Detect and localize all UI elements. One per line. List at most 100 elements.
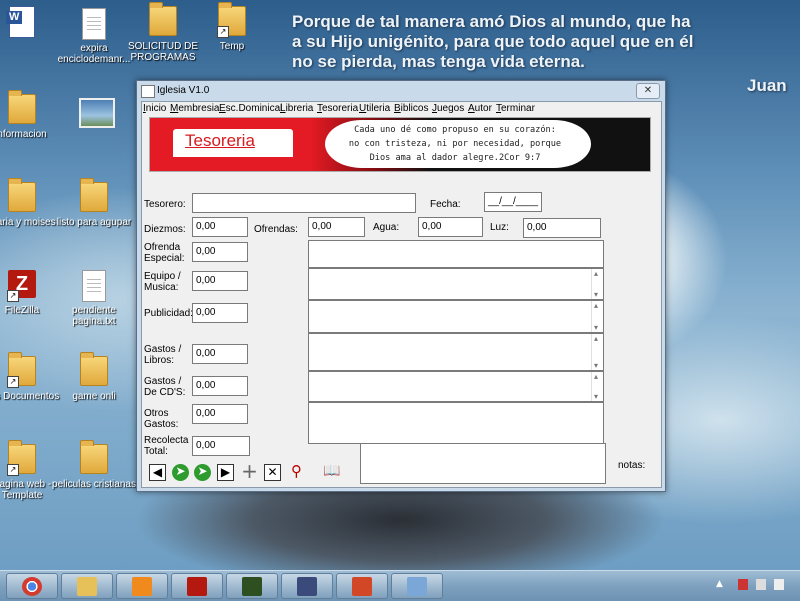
desktop-icon-temp[interactable]: ↗ Temp [190,2,274,52]
network-icon[interactable] [756,579,766,590]
ofrenda-especial-notes[interactable] [308,240,604,268]
taskbar-dreamweaver-button[interactable] [226,573,278,599]
fecha-label: Fecha: [430,199,461,210]
paint-icon [407,577,427,596]
tesorero-input[interactable] [192,193,416,213]
equipo-musica-label: Equipo / Musica: [144,271,181,293]
taskbar-powerpoint-button[interactable] [336,573,388,599]
desktop-icon-peliculas-cristianas[interactable]: peliculas cristianas [52,440,136,490]
gastos-libros-input[interactable]: 0,00 [192,344,248,364]
taskbar-media-player-button[interactable] [116,573,168,599]
luz-input[interactable]: 0,00 [523,218,601,238]
gastos-libros-notes[interactable] [308,333,604,371]
otros-gastos-input[interactable]: 0,00 [192,404,248,424]
desktop-icon-game-onli[interactable]: game onli [52,352,136,402]
desktop-icon-listo-para-agupar[interactable]: listo para agupar [52,178,136,228]
menu-utileria[interactable]: Utileria [359,102,390,116]
desktop-icon-label: peliculas cristianas [52,479,136,490]
menu-juegos[interactable]: Juegos [432,102,464,116]
action-center-icon[interactable] [738,579,748,590]
taskbar-explorer-button[interactable] [61,573,113,599]
last-icon: ▶ [220,465,231,479]
notas-textarea[interactable] [360,443,606,484]
delete-record-button[interactable]: ✕ [264,464,281,481]
menu-esc-dominical[interactable]: Esc.Dominical [219,102,282,116]
gastos-cds-notes[interactable] [308,371,604,402]
image-file-icon [79,98,115,128]
desktop-icon-label: listo para agupar [56,217,132,228]
menu-libreria[interactable]: Libreria [280,102,313,116]
scrollbar[interactable] [591,301,603,332]
publicidad-input[interactable]: 0,00 [192,303,248,323]
search-button[interactable]: ⚲ [288,464,305,481]
otros-gastos-notes[interactable] [308,402,604,444]
menu-biblicos[interactable]: Biblicos [394,102,428,116]
window-title-bar[interactable]: Iglesia V1.0 ✕ [137,81,665,100]
desktop-icon-picture[interactable] [52,98,136,133]
word-document-icon [6,6,35,38]
taskbar: ▲ [0,570,800,601]
last-record-button[interactable]: ▶ [217,464,234,481]
publicidad-label: Publicidad: [144,308,193,319]
folder-icon [149,2,177,36]
menu-tesoreria[interactable]: Tesoreria [317,102,358,116]
taskbar-chrome-button[interactable] [6,573,58,599]
film-icon [297,577,317,596]
banner-quote: Cada uno dé como propuso en su corazón: … [334,123,576,165]
previous-record-button[interactable]: ➤ [172,464,189,481]
ofrenda-especial-input[interactable]: 0,00 [192,242,248,262]
taskbar-filezilla-button[interactable] [171,573,223,599]
recolecta-total-input[interactable]: 0,00 [192,436,250,456]
desktop-icon-pendiente-pagina[interactable]: pendiente pagina.txt [52,270,136,327]
label-line: Gastos / [144,376,182,387]
label-line: Especial: [144,253,185,264]
media-player-icon [132,577,152,596]
menu-autor[interactable]: Autor [468,102,492,116]
book-icon: 📖 [323,463,341,479]
diezmos-input[interactable]: 0,00 [192,217,248,237]
label-line: Gastos / [144,344,182,355]
folder-icon [80,178,108,212]
ofrendas-input[interactable]: 0,00 [308,217,365,237]
folder-icon [8,90,36,124]
agua-input[interactable]: 0,00 [418,217,483,237]
folder-icon [80,440,108,474]
scrollbar[interactable] [591,372,603,401]
book-button[interactable]: 📖 [321,464,343,481]
quote-line-1: Cada uno dé como propuso en su corazón: [354,125,556,135]
forward-circle-icon: ➤ [197,464,208,478]
first-record-button[interactable]: ◀ [149,464,166,481]
fecha-input[interactable]: __/__/____ [484,192,542,212]
close-button[interactable]: ✕ [636,83,660,99]
tesorero-label: Tesorero: [144,199,186,210]
scrollbar[interactable] [591,269,603,299]
taskbar-iglesia-button[interactable] [281,573,333,599]
ofrenda-especial-label: Ofrenda Especial: [144,242,185,264]
gastos-cds-label: Gastos / De CD'S: [144,376,185,398]
volume-icon[interactable] [774,579,784,590]
menu-membresia[interactable]: Membresia [170,102,219,116]
label-line: Total: [144,446,168,457]
app-icon [141,85,155,98]
agua-label: Agua: [373,222,400,233]
equipo-musica-input[interactable]: 0,00 [192,271,248,291]
publicidad-notes[interactable] [308,300,604,333]
verse-line-1: Porque de tal manera amó Dios al mundo, … [292,12,691,31]
bible-verse-overlay: Porque de tal manera amó Dios al mundo, … [292,12,800,95]
recolecta-total-label: Recolecta Total: [144,435,188,457]
menu-inicio[interactable]: Inicio [143,102,166,116]
add-record-button[interactable]: + [241,461,258,481]
scrollbar[interactable] [591,334,603,370]
show-hidden-icons-icon[interactable]: ▲ [716,579,726,590]
gastos-libros-label: Gastos / Libros: [144,344,181,366]
folder-icon [8,178,36,212]
back-circle-icon: ➤ [175,464,186,478]
taskbar-paint-button[interactable] [391,573,443,599]
magnifier-icon: ⚲ [291,462,302,480]
next-record-button[interactable]: ➤ [194,464,211,481]
menu-terminar[interactable]: Terminar [496,102,535,116]
window-client-area: Inicio Membresia Esc.Dominical Libreria … [141,101,662,488]
equipo-musica-notes[interactable] [308,268,604,300]
gastos-cds-input[interactable]: 0,00 [192,376,248,396]
desktop-icon-label: Temp [219,41,245,52]
